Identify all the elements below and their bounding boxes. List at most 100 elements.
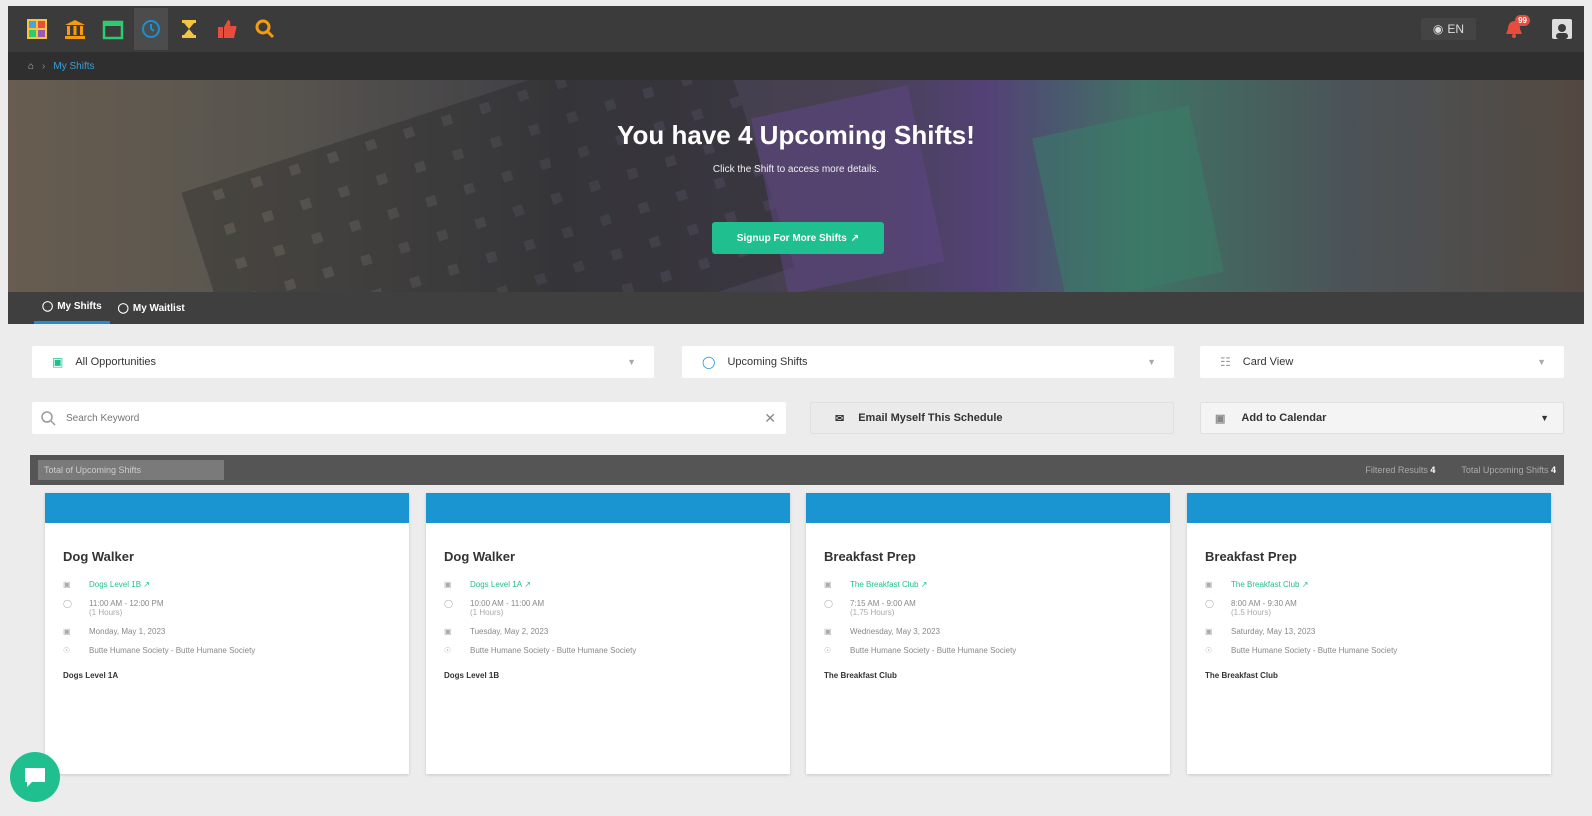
pin-icon: ☉ [63,646,71,655]
location-icon: ▣ [824,580,832,589]
notifications-button[interactable]: 99 [1500,15,1530,43]
location-icon: ▣ [444,580,452,589]
hourglass-icon[interactable] [172,8,206,50]
tab-bar: ◯ My Shifts ◯ My Waitlist [8,292,1584,324]
calendar-icon[interactable] [96,8,130,50]
language-label: EN [1447,22,1464,36]
total-label: Total Upcoming Shifts [1461,465,1549,475]
external-link-icon: ↗ [522,580,531,589]
clear-search-icon[interactable]: ✕ [764,410,776,427]
external-link-icon: ↗ [918,580,928,589]
hero-banner: You have 4 Upcoming Shifts! Click the Sh… [8,80,1584,292]
chevron-down-icon: ▼ [627,357,636,367]
shift-time: 11:00 AM - 12:00 PM [89,599,164,608]
globe-icon: ◉ [1432,22,1444,36]
shift-org: Butte Humane Society - Butte Humane Soci… [850,646,1017,655]
shift-card[interactable]: Breakfast Prep ▣ The Breakfast Club ↗ ◯ 7:… [806,493,1170,774]
external-link-icon: ↗ [1299,580,1309,589]
opportunities-value: All Opportunities [75,356,157,368]
shift-filter-select[interactable]: ◯ Upcoming Shifts ▼ [682,346,1174,378]
card-footer: The Breakfast Club [824,671,897,680]
tab-my-waitlist[interactable]: ◯ My Waitlist [110,292,193,324]
shift-org: Butte Humane Society - Butte Humane Soci… [470,646,637,655]
chat-button[interactable] [10,752,60,802]
card-footer: Dogs Level 1B [444,671,500,680]
language-selector[interactable]: ◉ EN [1420,18,1476,40]
tab-my-shifts[interactable]: ◯ My Shifts [34,292,110,324]
user-menu-button[interactable] [1552,19,1572,39]
clock-icon: ◯ [63,599,72,608]
search-icon[interactable] [248,8,282,50]
card-header [806,493,1170,523]
signup-more-shifts-button[interactable]: Signup For More Shifts ↗ [712,222,884,254]
grid-icon: ☷ [1220,355,1231,369]
clock-icon: ◯ [702,355,716,369]
thumbs-up-icon[interactable] [210,8,244,50]
breadcrumb: ⌂ › My Shifts [8,52,1584,80]
card-header [1187,493,1551,523]
filtered-results: Filtered Results 4 [1365,465,1435,475]
pin-icon: ☉ [1205,646,1213,655]
chevron-down-icon: ▼ [1147,357,1156,367]
total-results: Total Upcoming Shifts 4 [1461,465,1556,475]
calendar-icon: ▣ [1205,627,1213,636]
results-bar: Total of Upcoming Shifts Filtered Result… [30,455,1564,485]
clock-icon[interactable] [134,8,168,50]
opportunities-select[interactable]: ▣ All Opportunities ▼ [32,346,654,378]
calendar-icon: ▣ [63,627,71,636]
shift-card[interactable]: Dog Walker ▣ Dogs Level 1B ↗ ◯ 11:00 AM - … [45,493,409,774]
shift-time: 7:15 AM - 9:00 AM [850,599,916,608]
shift-duration: (1 Hours) [89,608,123,617]
pin-icon: ☉ [444,646,452,655]
location-link[interactable]: The Breakfast Club [1231,580,1299,589]
notification-badge: 99 [1515,15,1530,26]
external-link-icon: ↗ [141,580,150,589]
email-schedule-button[interactable]: ✉ Email Myself This Schedule [810,402,1174,434]
caret-down-icon: ▼ [1540,413,1549,423]
calendar-icon: ▣ [1215,412,1226,425]
location-icon: ▣ [1205,580,1213,589]
dashboard-icon[interactable] [20,8,54,50]
shift-card[interactable]: Breakfast Prep ▣ The Breakfast Club ↗ ◯ 8:… [1187,493,1551,774]
shift-filter-value: Upcoming Shifts [727,356,808,368]
clock-icon: ◯ [444,599,453,608]
home-icon[interactable]: ⌂ [28,61,34,72]
location-link[interactable]: The Breakfast Club [850,580,918,589]
calendar-icon: ▣ [52,355,64,369]
tab-label: My Shifts [57,301,102,312]
card-title: Dog Walker [444,549,516,564]
calendar-icon: ▣ [444,627,452,636]
envelope-icon: ✉ [835,412,845,425]
card-title: Breakfast Prep [1205,549,1297,564]
search-input[interactable] [66,412,666,424]
hero-overlay [8,80,1584,292]
hero-subtitle: Click the Shift to access more details. [712,164,880,175]
search-icon [41,411,56,426]
location-link[interactable]: Dogs Level 1B [89,580,141,589]
card-title: Breakfast Prep [824,549,916,564]
shift-time: 10:00 AM - 11:00 AM [470,599,545,608]
results-summary: Total of Upcoming Shifts [38,460,224,480]
shift-duration: (1.75 Hours) [850,608,895,617]
shift-date: Saturday, May 13, 2023 [1231,627,1316,636]
clock-icon: ◯ [42,301,54,312]
hero-title: You have 4 Upcoming Shifts! [617,120,975,150]
shift-card[interactable]: Dog Walker ▣ Dogs Level 1A ↗ ◯ 10:00 AM - … [426,493,790,774]
filtered-count: 4 [1430,465,1436,475]
card-header [426,493,790,523]
signup-label: Signup For More Shifts [736,232,847,244]
email-schedule-label: Email Myself This Schedule [858,412,1003,424]
external-link-icon: ↗ [850,232,860,244]
add-to-calendar-button[interactable]: ▣ Add to Calendar ▼ [1200,402,1564,434]
pin-icon: ☉ [824,646,832,655]
card-title: Dog Walker [63,549,135,564]
hourglass-icon: ◯ [117,302,129,314]
top-navbar: ◉ EN 99 [8,6,1584,52]
shift-duration: (1.5 Hours) [1231,608,1272,617]
total-count: 4 [1550,465,1556,475]
tab-label: My Waitlist [132,302,185,314]
view-select[interactable]: ☷ Card View ▼ [1200,346,1564,378]
organization-icon[interactable] [58,8,92,50]
location-link[interactable]: Dogs Level 1A [470,580,522,589]
breadcrumb-current: My Shifts [53,60,95,72]
